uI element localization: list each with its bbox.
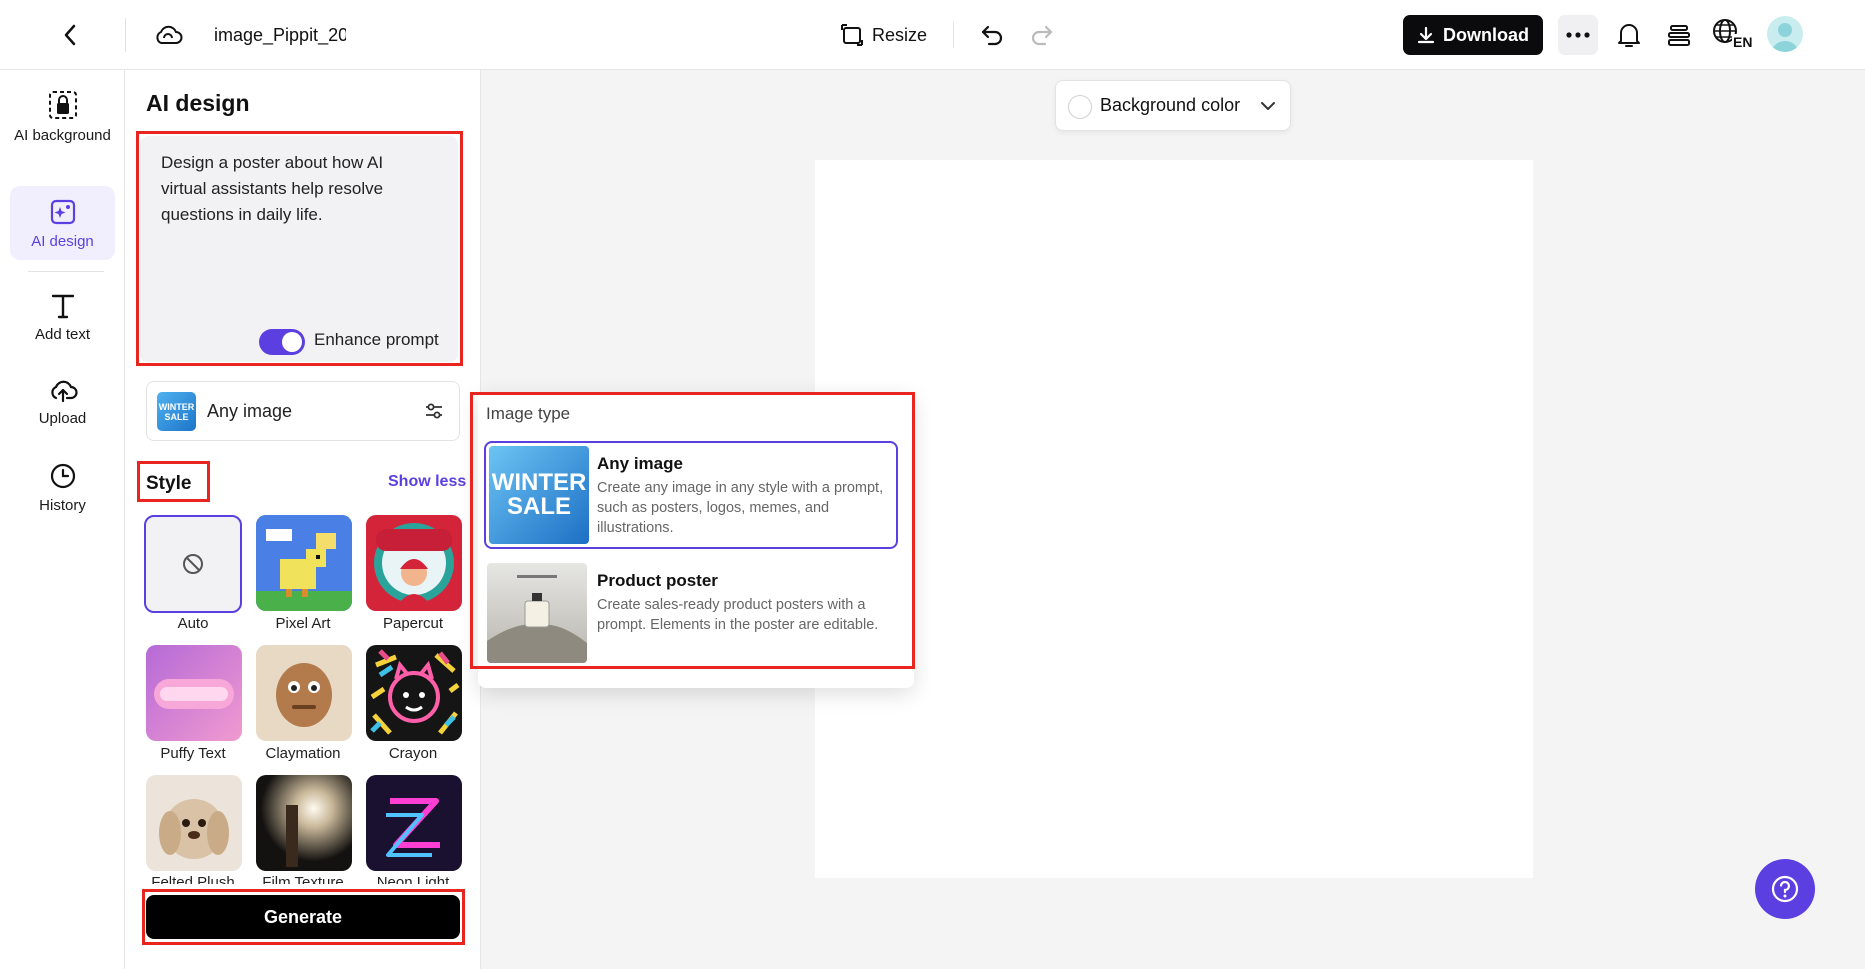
clock-icon xyxy=(50,463,75,489)
help-button[interactable] xyxy=(1755,859,1815,919)
settings-sliders-icon[interactable] xyxy=(422,399,446,423)
color-swatch xyxy=(1068,95,1092,119)
style-tile-neon-light[interactable] xyxy=(366,775,462,871)
image-type-option-any-image[interactable]: WINTER SALE Any image Create any image i… xyxy=(484,441,898,549)
style-section-title: Style xyxy=(146,473,192,494)
cloud-sync-icon[interactable] xyxy=(151,20,185,50)
rail-item-ai-design[interactable]: AI design xyxy=(10,186,115,260)
image-type-selected-label: Any image xyxy=(207,401,293,421)
resize-button[interactable]: Resize xyxy=(840,20,927,50)
style-tile-auto[interactable] xyxy=(144,515,242,613)
style-label: Claymation xyxy=(265,745,341,762)
style-tile-papercut[interactable] xyxy=(366,515,462,611)
show-less-link[interactable]: Show less xyxy=(388,473,466,491)
rail-divider xyxy=(28,271,104,272)
rail-item-label: History xyxy=(39,497,86,514)
undo-icon[interactable] xyxy=(977,20,1007,50)
style-label: Film Texture xyxy=(262,874,344,884)
rail-item-label: Add text xyxy=(34,326,91,343)
style-tile-pixel-art[interactable] xyxy=(256,515,352,611)
option-description: Create any image in any style with a pro… xyxy=(597,480,884,536)
background-color-label: Background color xyxy=(1100,95,1241,115)
top-bar: image_Pippit_20 Resize Download EN xyxy=(0,0,1865,70)
style-label: Neon Light xyxy=(376,874,450,884)
cloud-upload-icon xyxy=(50,380,78,403)
download-icon xyxy=(1417,26,1435,44)
language-code: EN xyxy=(1732,34,1754,50)
rail-item-label: AI design xyxy=(31,233,94,250)
enhance-prompt-toggle[interactable] xyxy=(259,329,305,355)
notification-bell-icon[interactable] xyxy=(1612,18,1646,52)
no-style-icon xyxy=(183,554,203,574)
rail-item-add-text[interactable]: Add text xyxy=(10,293,115,353)
ai-background-icon xyxy=(48,91,77,119)
style-label: Auto xyxy=(177,615,209,632)
image-type-option-product-poster[interactable]: Product poster Create sales-ready produc… xyxy=(484,560,898,668)
image-type-thumbnail: WINTER SALE xyxy=(157,392,196,431)
rail-item-upload[interactable]: Upload xyxy=(10,377,115,437)
prompt-text[interactable]: Design a poster about how AI virtual ass… xyxy=(161,150,431,228)
style-tile-claymation[interactable] xyxy=(256,645,352,741)
product-poster-thumbnail xyxy=(487,563,587,663)
back-arrow-icon[interactable] xyxy=(55,20,85,50)
enhance-prompt-label: Enhance prompt xyxy=(314,330,439,349)
resize-label: Resize xyxy=(872,24,928,45)
style-label: Papercut xyxy=(382,615,444,632)
style-label: Felted Plush xyxy=(151,874,235,884)
popup-title: Image type xyxy=(486,404,571,423)
help-question-icon xyxy=(1771,875,1799,903)
text-icon xyxy=(51,294,74,319)
panel-title: AI design xyxy=(146,90,250,116)
layers-icon[interactable] xyxy=(1662,18,1696,52)
language-globe-icon[interactable]: EN xyxy=(1712,16,1754,54)
style-grid-row-3: Felted Plush Film Texture Neon Light xyxy=(140,770,470,884)
rail-item-history[interactable]: History xyxy=(10,462,115,522)
option-description: Create sales-ready product posters with … xyxy=(597,597,879,633)
canvas-artboard[interactable] xyxy=(815,160,1533,878)
redo-icon[interactable] xyxy=(1027,20,1057,50)
style-label: Crayon xyxy=(388,745,438,762)
chevron-down-icon xyxy=(1261,102,1275,110)
background-color-button[interactable]: Background color xyxy=(1055,80,1291,131)
any-image-thumbnail: WINTER SALE xyxy=(489,446,589,544)
style-label: Pixel Art xyxy=(275,615,331,632)
more-options-icon[interactable] xyxy=(1558,15,1598,55)
resize-icon xyxy=(841,24,863,46)
generate-button[interactable]: Generate xyxy=(146,895,460,939)
option-title: Product poster xyxy=(597,571,718,590)
style-tile-puffy-text[interactable] xyxy=(146,645,242,741)
rail-item-label: AI background xyxy=(14,127,111,144)
style-label: Puffy Text xyxy=(160,745,226,762)
rail-item-ai-background[interactable]: AI background xyxy=(10,90,115,170)
user-avatar[interactable] xyxy=(1767,16,1803,52)
style-tile-crayon[interactable] xyxy=(366,645,462,741)
rail-item-label: Upload xyxy=(38,410,87,427)
ai-design-icon xyxy=(50,199,75,225)
download-button[interactable]: Download xyxy=(1403,15,1543,55)
style-tile-film-texture[interactable] xyxy=(256,775,352,871)
option-title: Any image xyxy=(597,454,683,473)
download-label: Download xyxy=(1443,24,1529,45)
file-name[interactable]: image_Pippit_20 xyxy=(214,22,346,48)
style-tile-felted-plush[interactable] xyxy=(146,775,242,871)
